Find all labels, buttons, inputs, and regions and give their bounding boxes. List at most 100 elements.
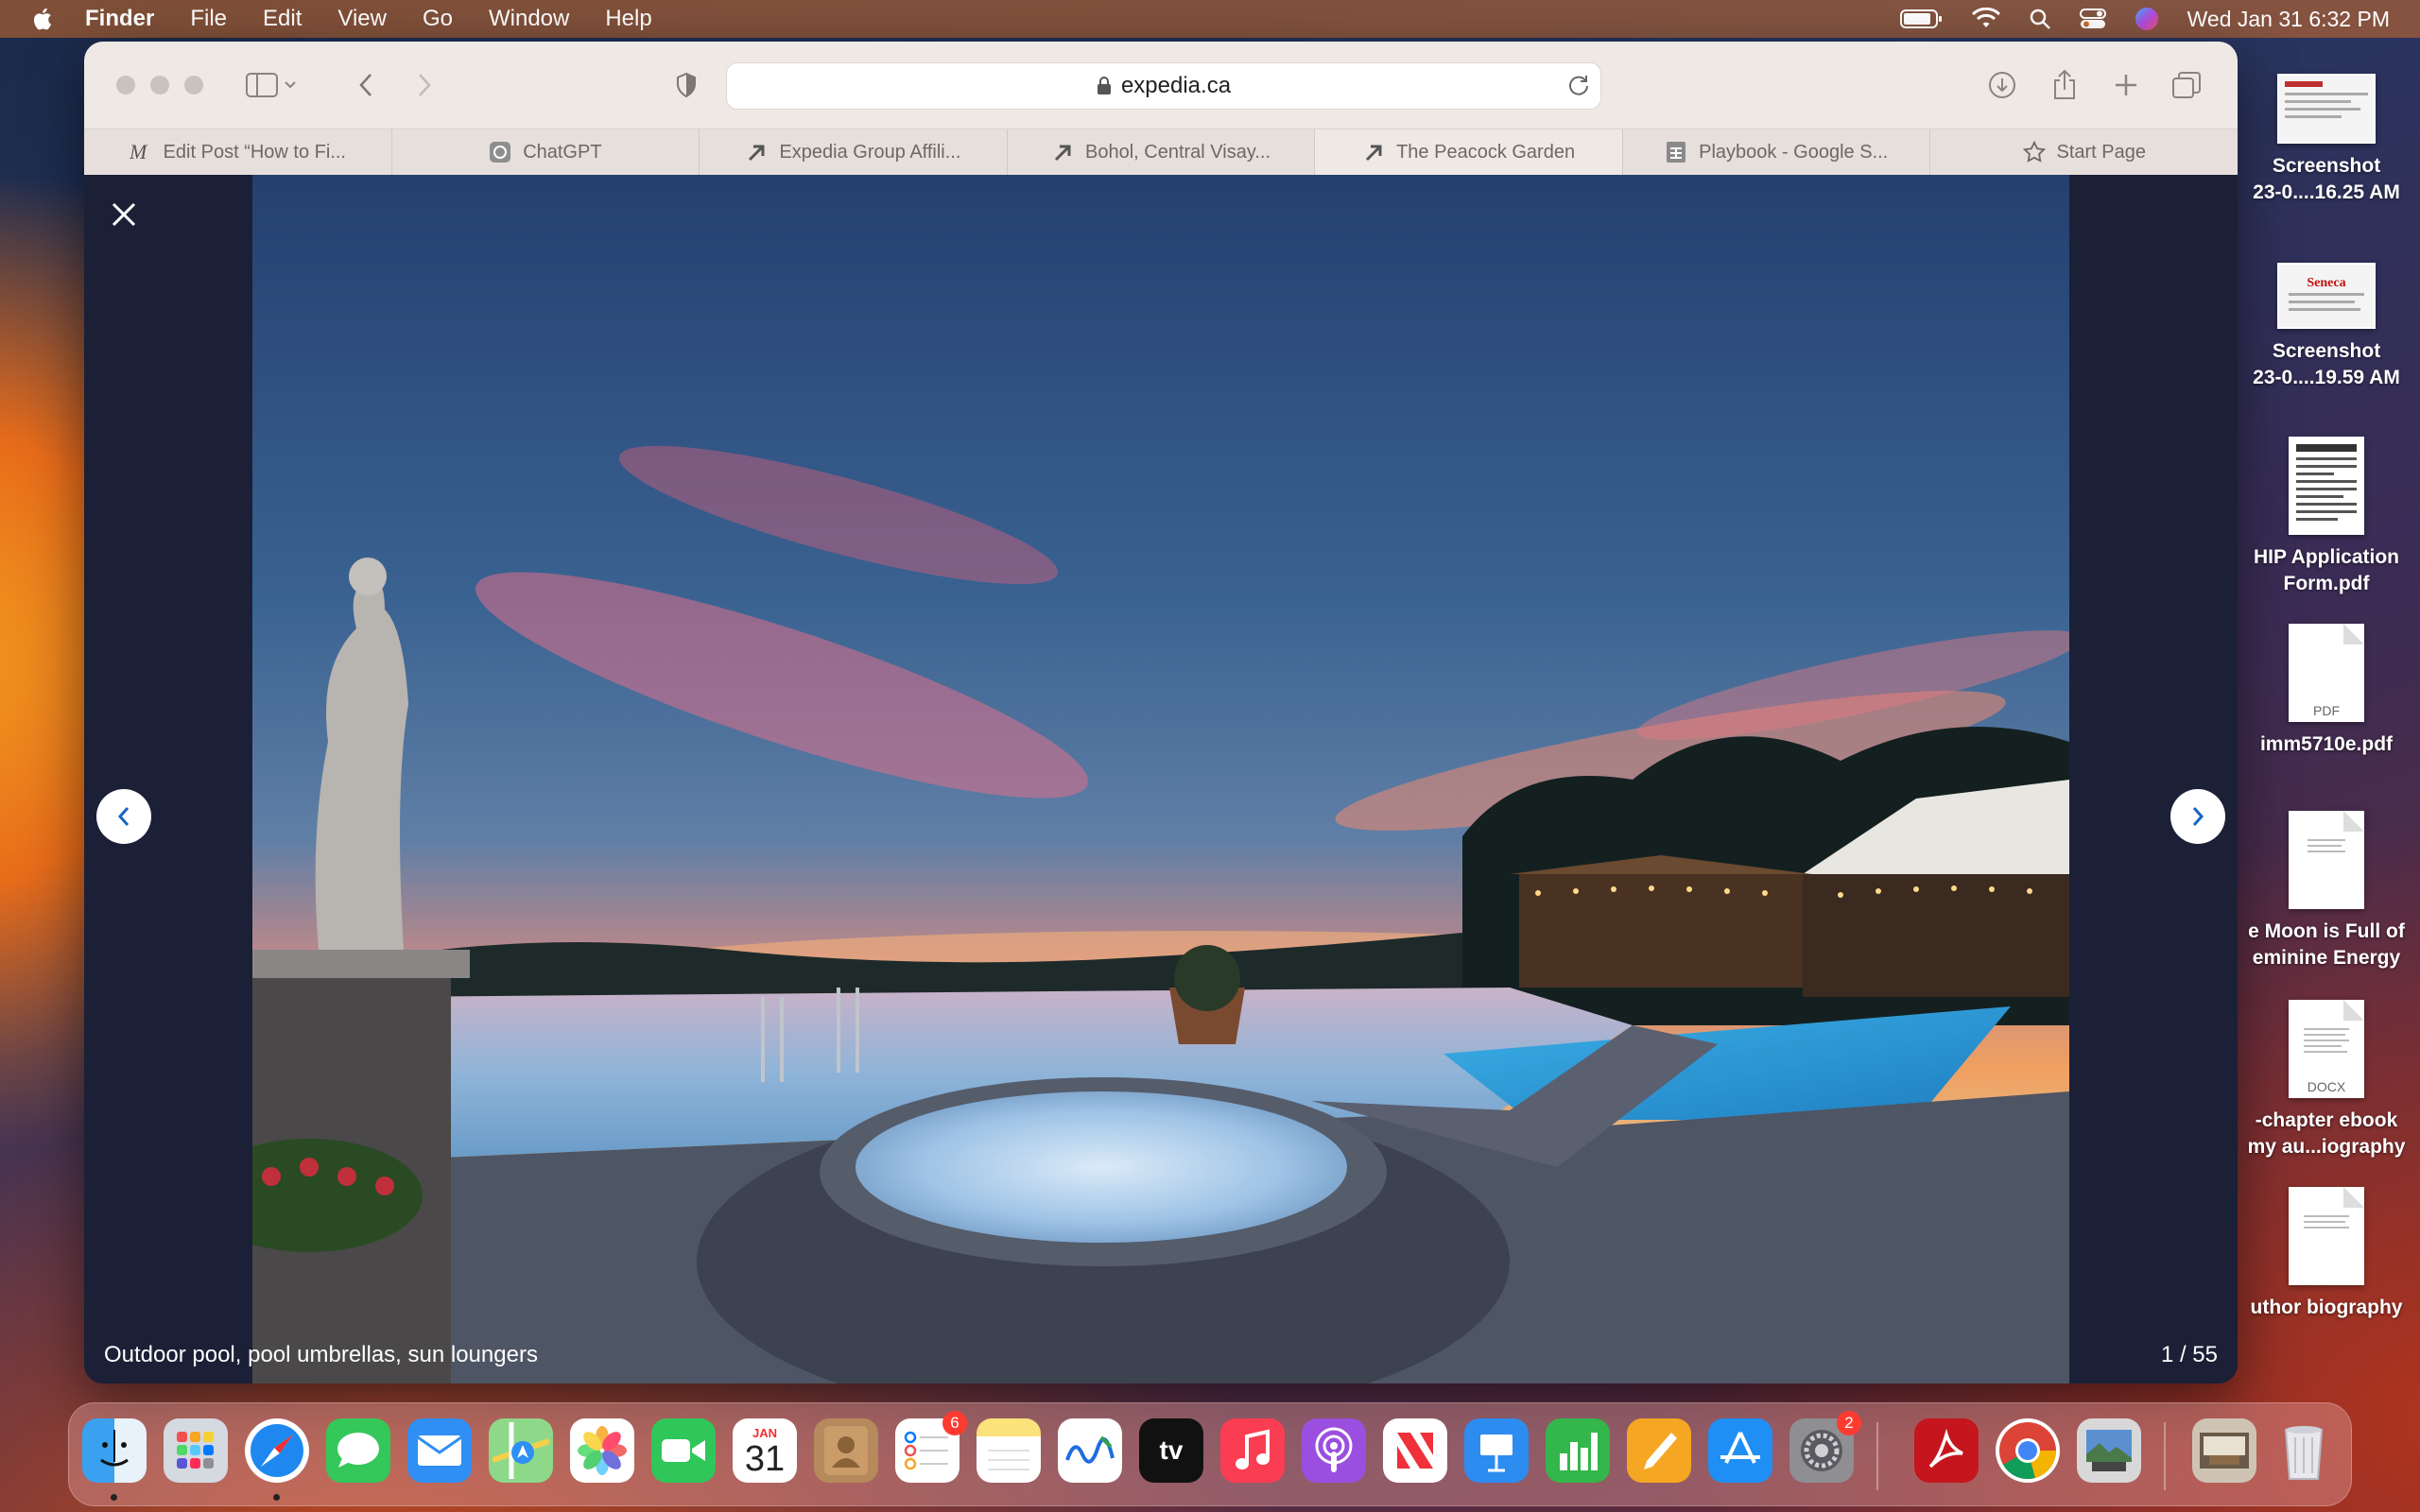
- trash-icon[interactable]: [2272, 1418, 2336, 1483]
- photo-caption: Outdoor pool, pool umbrellas, sun lounge…: [104, 1342, 538, 1367]
- battery-icon[interactable]: [1899, 9, 1944, 29]
- reload-icon[interactable]: [1566, 73, 1591, 97]
- apple-menu-icon[interactable]: [30, 6, 57, 32]
- next-photo-button[interactable]: [2170, 789, 2225, 844]
- pages-icon[interactable]: [1627, 1418, 1691, 1483]
- wifi-icon[interactable]: [1971, 8, 2000, 30]
- chevron-left-icon: [117, 807, 130, 826]
- window-controls: [116, 76, 203, 94]
- contacts-icon[interactable]: [814, 1418, 878, 1483]
- minimize-window-button[interactable]: [150, 76, 169, 94]
- desktop-item-moon-full[interactable]: e Moon is Full of eminine Energy: [2233, 811, 2420, 971]
- menu-help[interactable]: Help: [605, 6, 651, 32]
- desktop-item-author-biography[interactable]: uthor biography: [2233, 1187, 2420, 1321]
- desktop-item-label: imm5710e.pdf: [2259, 733, 2394, 755]
- tab-bar: M Edit Post “How to Fi... ChatGPT Expedi…: [84, 129, 2238, 175]
- desktop-item-imm5710e[interactable]: PDF imm5710e.pdf: [2233, 624, 2420, 758]
- svg-text:M: M: [130, 142, 148, 163]
- tv-icon[interactable]: tv: [1139, 1418, 1203, 1483]
- safari-icon[interactable]: [245, 1418, 309, 1483]
- menu-app-name[interactable]: Finder: [85, 6, 154, 32]
- browser-toolbar: expedia.ca: [84, 42, 2238, 129]
- desktop-item-label: -chapter ebook: [2255, 1109, 2398, 1131]
- expedia-icon: [745, 141, 768, 163]
- desktop-item-screenshot-1[interactable]: Screenshot 23-0....16.25 AM: [2233, 74, 2420, 206]
- spotlight-icon[interactable]: [2029, 8, 2051, 30]
- tab-label: ChatGPT: [523, 141, 602, 163]
- messages-icon[interactable]: [326, 1418, 390, 1483]
- calendar-icon[interactable]: JAN 31: [733, 1418, 797, 1483]
- desktop-item-screenshot-2[interactable]: Seneca Screenshot 23-0....19.59 AM: [2233, 263, 2420, 391]
- chrome-icon[interactable]: [1996, 1418, 2060, 1483]
- tab-playbook[interactable]: Playbook - Google S...: [1623, 129, 1931, 175]
- launchpad-icon[interactable]: [164, 1418, 228, 1483]
- menubar-clock[interactable]: Wed Jan 31 6:32 PM: [2187, 7, 2390, 32]
- docx-file-icon: DOCX: [2289, 1000, 2364, 1098]
- notification-badge: 6: [942, 1411, 967, 1435]
- music-icon[interactable]: [1220, 1418, 1285, 1483]
- finder-icon[interactable]: [82, 1418, 147, 1483]
- gallery-photo: [252, 175, 2069, 1383]
- address-bar[interactable]: expedia.ca: [726, 62, 1601, 110]
- tab-edit-post[interactable]: M Edit Post “How to Fi...: [84, 129, 392, 175]
- desktop-item-hip-application[interactable]: HIP Application Form.pdf: [2233, 437, 2420, 597]
- expedia-icon: [1051, 141, 1074, 163]
- tab-label: Edit Post “How to Fi...: [163, 141, 346, 163]
- settings-icon[interactable]: 2: [1789, 1411, 1861, 1483]
- tab-label: Start Page: [2056, 141, 2147, 163]
- menu-file[interactable]: File: [190, 6, 227, 32]
- privacy-shield-icon[interactable]: [669, 68, 703, 102]
- tab-overview-icon[interactable]: [2169, 68, 2204, 102]
- desktop-item-label: HIP Application: [2253, 546, 2399, 568]
- chevron-right-icon: [2192, 807, 2204, 826]
- desktop-item-ebook[interactable]: DOCX -chapter ebook my au...iography: [2233, 1000, 2420, 1160]
- previous-photo-button[interactable]: [96, 789, 151, 844]
- menu-edit[interactable]: Edit: [263, 6, 302, 32]
- siri-icon[interactable]: [2135, 7, 2159, 31]
- acrobat-icon[interactable]: [1914, 1418, 1979, 1483]
- facetime-icon[interactable]: [651, 1418, 716, 1483]
- tab-expedia-group[interactable]: Expedia Group Affili...: [700, 129, 1008, 175]
- menu-go[interactable]: Go: [423, 6, 453, 32]
- zoom-window-button[interactable]: [184, 76, 203, 94]
- freeform-icon[interactable]: [1058, 1418, 1122, 1483]
- desktop-item-label: my au...iography: [2247, 1136, 2406, 1158]
- maps-icon[interactable]: [489, 1418, 553, 1483]
- close-window-button[interactable]: [116, 76, 135, 94]
- notes-icon[interactable]: [977, 1418, 1041, 1483]
- medium-icon: M: [130, 141, 152, 163]
- back-button[interactable]: [349, 68, 383, 102]
- numbers-icon[interactable]: [1546, 1418, 1610, 1483]
- podcasts-icon[interactable]: [1302, 1418, 1366, 1483]
- preview-icon[interactable]: [2077, 1418, 2141, 1483]
- forward-button[interactable]: [407, 68, 441, 102]
- safari-window: expedia.ca M Edit Post “How to Fi... Cha…: [84, 42, 2238, 1383]
- reminders-icon[interactable]: 6: [895, 1411, 967, 1483]
- tab-label: Bohol, Central Visay...: [1085, 141, 1271, 163]
- tab-peacock-garden[interactable]: The Peacock Garden: [1315, 129, 1623, 175]
- desktop-item-label: Screenshot: [2272, 340, 2381, 362]
- sidebar-toggle-icon[interactable]: [245, 68, 279, 102]
- image-stack-icon[interactable]: [2192, 1418, 2256, 1483]
- tab-start-page[interactable]: Start Page: [1930, 129, 2238, 175]
- control-center-icon[interactable]: [2079, 8, 2106, 30]
- menu-view[interactable]: View: [337, 6, 387, 32]
- photo-counter: 1 / 55: [2160, 1342, 2218, 1367]
- downloads-icon[interactable]: [1985, 68, 2019, 102]
- new-tab-icon[interactable]: [2109, 68, 2143, 102]
- menu-bar: Finder File Edit View Go Window Help Wed…: [0, 0, 2420, 38]
- desktop-item-label: Form.pdf: [2283, 573, 2370, 594]
- tab-chatgpt[interactable]: ChatGPT: [392, 129, 700, 175]
- photos-icon[interactable]: [570, 1418, 634, 1483]
- mail-icon[interactable]: [407, 1418, 472, 1483]
- star-icon: [2022, 140, 2046, 163]
- news-icon[interactable]: [1383, 1418, 1447, 1483]
- tab-bohol[interactable]: Bohol, Central Visay...: [1008, 129, 1316, 175]
- share-icon[interactable]: [2048, 68, 2082, 102]
- running-indicator: [273, 1494, 280, 1501]
- app-store-icon[interactable]: [1708, 1418, 1772, 1483]
- menu-window[interactable]: Window: [489, 6, 569, 32]
- keynote-icon[interactable]: [1464, 1418, 1529, 1483]
- close-gallery-button[interactable]: [101, 192, 147, 237]
- chevron-down-icon[interactable]: [279, 68, 302, 102]
